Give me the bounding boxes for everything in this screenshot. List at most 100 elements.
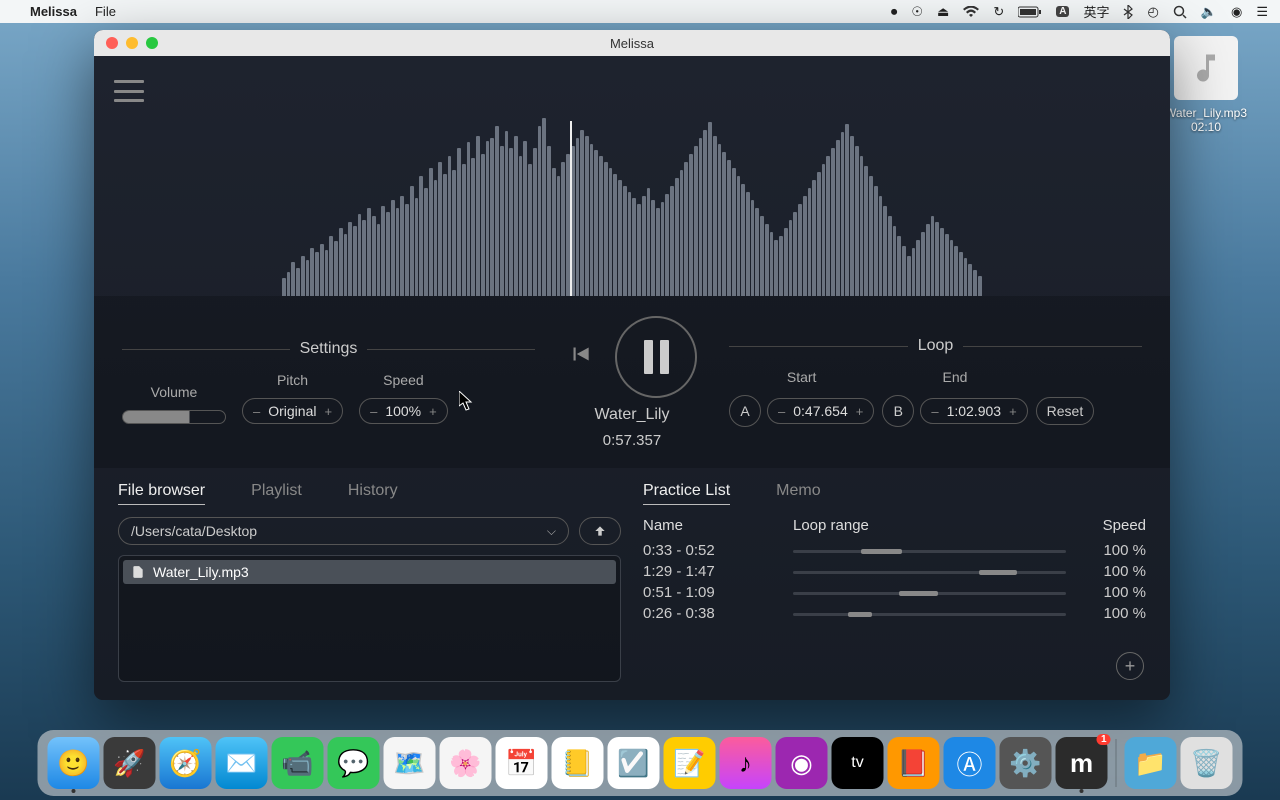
playhead[interactable] [570, 121, 572, 296]
practice-name: 1:29 - 1:47 [643, 563, 793, 580]
loop-reset-button[interactable]: Reset [1036, 397, 1095, 425]
practice-speed: 100 % [1066, 584, 1146, 601]
add-practice-button[interactable]: + [1116, 652, 1144, 680]
path-dropdown[interactable]: /Users/cata/Desktop ⌵ [118, 517, 569, 545]
dock-messages[interactable]: 💬 [328, 737, 380, 789]
minus-icon[interactable]: – [931, 404, 938, 419]
fullscreen-icon[interactable] [146, 37, 158, 49]
ime-badge-icon[interactable]: A [1056, 6, 1069, 17]
loop-start-value: 0:47.654 [793, 403, 848, 419]
desktop-file-duration: 02:10 [1160, 120, 1252, 134]
dock-contacts[interactable]: 📒 [552, 737, 604, 789]
titlebar[interactable]: Melissa [94, 30, 1170, 56]
pitch-label: Pitch [277, 372, 308, 388]
tab-memo[interactable]: Memo [776, 482, 820, 505]
waveform[interactable] [112, 91, 1152, 296]
dock-photos[interactable]: 🌸 [440, 737, 492, 789]
dock-maps[interactable]: 🗺️ [384, 737, 436, 789]
dock-facetime[interactable]: 📹 [272, 737, 324, 789]
practice-range[interactable] [793, 610, 1066, 618]
tab-practice-list[interactable]: Practice List [643, 482, 730, 505]
loop-end-control[interactable]: –1:02.903+ [920, 398, 1027, 424]
plus-icon[interactable]: + [1009, 404, 1017, 419]
battery-icon[interactable] [1018, 6, 1042, 18]
minus-icon[interactable]: – [778, 404, 785, 419]
loop-start-control[interactable]: –0:47.654 + [767, 398, 874, 424]
loop-a-button[interactable]: A [729, 395, 761, 427]
dock-tv[interactable]: tv [832, 737, 884, 789]
minus-icon[interactable]: – [370, 404, 377, 419]
loop-panel: Loop Start A –0:47.654+ End B –1:02.903 [729, 337, 1142, 427]
plus-icon[interactable]: + [856, 404, 864, 419]
practice-range[interactable] [793, 589, 1066, 597]
practice-speed: 100 % [1066, 542, 1146, 559]
loop-b-button[interactable]: B [882, 395, 914, 427]
minus-icon[interactable]: – [253, 404, 260, 419]
track-name: Water_Lily [595, 406, 670, 424]
notification-center-icon[interactable]: ☰ [1256, 4, 1268, 20]
dock-safari[interactable]: 🧭 [160, 737, 212, 789]
volume-icon[interactable]: 🔈 [1201, 4, 1217, 20]
desktop-file-name: Water_Lily.mp3 [1160, 106, 1252, 120]
speed-label: Speed [383, 372, 423, 388]
menu-file[interactable]: File [95, 4, 116, 19]
dock-trash[interactable]: 🗑️ [1181, 737, 1233, 789]
screen-record-icon[interactable]: ⏺ [891, 4, 898, 20]
practice-speed: 100 % [1066, 605, 1146, 622]
accessibility-icon[interactable]: ☉ [911, 4, 923, 20]
dock-podcasts[interactable]: ◉ [776, 737, 828, 789]
dock-notes[interactable]: 📝 [664, 737, 716, 789]
dock-launchpad[interactable]: 🚀 [104, 737, 156, 789]
practice-row[interactable]: 0:33 - 0:52 100 % [643, 540, 1146, 561]
file-row[interactable]: Water_Lily.mp3 [123, 560, 616, 584]
practice-range[interactable] [793, 547, 1066, 555]
previous-button[interactable] [567, 341, 593, 372]
app-name[interactable]: Melissa [30, 4, 77, 19]
dock-melissa[interactable]: m1 [1056, 737, 1108, 789]
close-icon[interactable] [106, 37, 118, 49]
dock-calendar[interactable]: 📅 [496, 737, 548, 789]
loop-start-label: Start [787, 369, 817, 385]
practice-row[interactable]: 1:29 - 1:47100 % [643, 561, 1146, 582]
status-icons: ⏺ ☉ ⏏ ↻ A 英字 ◴ 🔈 ◉ ☰ [891, 2, 1268, 21]
practice-row[interactable]: 0:26 - 0:38 100 % [643, 603, 1146, 624]
ime-label[interactable]: 英字 [1083, 2, 1109, 21]
dock-finder[interactable]: 🙂 [48, 737, 100, 789]
loop-end-label: End [943, 369, 968, 385]
plus-icon[interactable]: + [429, 404, 437, 419]
up-folder-button[interactable] [579, 517, 621, 545]
dock-reminders[interactable]: ☑️ [608, 737, 660, 789]
tab-history[interactable]: History [348, 482, 398, 505]
dock-music[interactable]: ♪ [720, 737, 772, 789]
bluetooth-icon[interactable] [1123, 5, 1133, 19]
dock-downloads[interactable]: 📁 [1125, 737, 1177, 789]
practice-panel: Practice List Memo Name Loop range Speed… [643, 482, 1146, 682]
dock-books[interactable]: 📕 [888, 737, 940, 789]
speed-control[interactable]: –100%+ [359, 398, 448, 424]
clock-icon[interactable]: ◴ [1147, 4, 1158, 20]
badge: 1 [1097, 734, 1111, 745]
practice-name: 0:26 - 0:38 [643, 605, 793, 622]
wifi-icon[interactable] [963, 6, 979, 18]
spotlight-icon[interactable] [1173, 5, 1187, 19]
desktop-file[interactable]: Water_Lily.mp3 02:10 [1160, 36, 1252, 134]
practice-row[interactable]: 0:51 - 1:09100 % [643, 582, 1146, 603]
eject-icon[interactable]: ⏏ [937, 4, 949, 20]
settings-title: Settings [300, 340, 358, 358]
col-name: Name [643, 517, 793, 534]
volume-slider[interactable] [122, 410, 226, 424]
pitch-control[interactable]: –Original+ [242, 398, 343, 424]
practice-name: 0:33 - 0:52 [643, 542, 793, 559]
dock-mail[interactable]: ✉️ [216, 737, 268, 789]
timemachine-icon[interactable]: ↻ [993, 4, 1004, 20]
tab-file-browser[interactable]: File browser [118, 482, 205, 505]
file-list[interactable]: Water_Lily.mp3 [118, 555, 621, 682]
practice-range[interactable] [793, 568, 1066, 576]
dock-settings[interactable]: ⚙️ [1000, 737, 1052, 789]
tab-playlist[interactable]: Playlist [251, 482, 302, 505]
pause-button[interactable] [615, 316, 697, 398]
dock-appstore[interactable]: Ⓐ [944, 737, 996, 789]
plus-icon[interactable]: + [324, 404, 332, 419]
siri-icon[interactable]: ◉ [1231, 4, 1242, 20]
minimize-icon[interactable] [126, 37, 138, 49]
